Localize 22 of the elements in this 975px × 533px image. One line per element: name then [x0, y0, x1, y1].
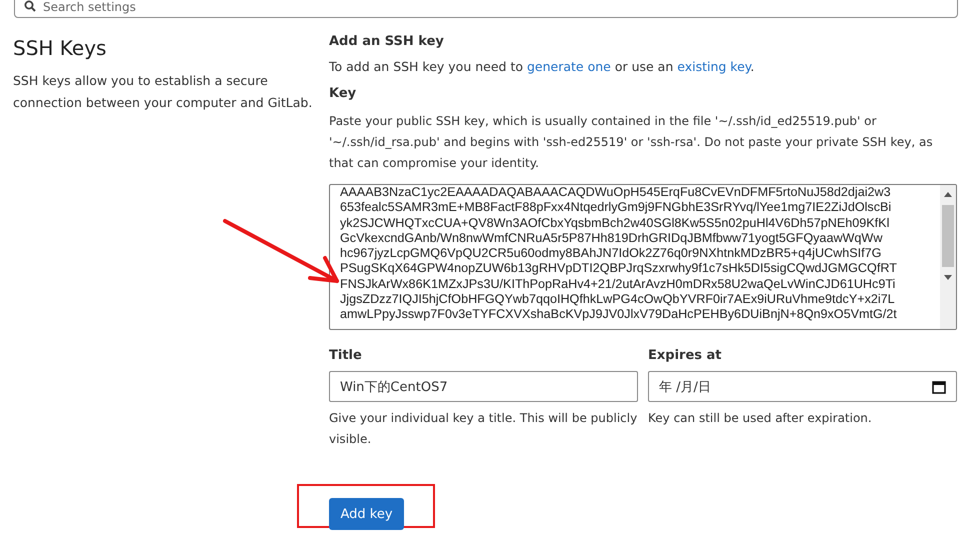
calendar-icon[interactable] — [932, 380, 946, 394]
scroll-up-icon[interactable] — [944, 191, 952, 197]
expires-label: Expires at — [648, 348, 723, 363]
search-icon — [24, 0, 36, 12]
title-label: Title — [329, 348, 363, 363]
expires-help-text: Key can still be used after expiration. — [648, 410, 873, 427]
key-label: Key — [329, 86, 358, 101]
link[interactable]: existing key — [677, 59, 750, 74]
link[interactable]: generate one — [526, 59, 611, 74]
section-title: SSH Keys — [13, 36, 108, 60]
section-description: SSH keys allow you to establish a secure connection between your computer and GitLab. — [13, 72, 313, 112]
search-field[interactable]: Search settings — [14, 0, 958, 18]
key-textarea[interactable]: AAAAB3NzaC1yc2EAAAADAQABAAACAQDWuOpH545ErqFu8CvEVnDFMF5rtoNuJ58d2djai2w3 653fealc5SAMR3mE+MB8FactF88pFxx4NtqedrlyGm9j9FNGbhE3SrRYvq/lYee1mg7IE2ZiJdOlscBi yk2SJCWHQTxcCUA+QV8Wn3AOfCbxYqsbmBch2w40SGl8Kw5S5n02puHl4V6Dh57pNEh09KfKl GcVkexcndGAnb/Wn8nwWmfCNRuA5r5P87Hh819DrhGRIDqJBMfbww71yogt5GFQyaawWqWw hc967jyzLcpGMQ6VpQU2CR5u60odmy8BAhJN7IdOk2Z76q0r9NXhtnkMDzBR5+q4jUCwhSIf7G PSugSKqX64GPW4nopZUW6b13gRHVpDTI2QBPJrqSzxrwhy9f1c7sHk5DI5sigCQwdJGMGCQfRT FNSJkArWx86K1MZxJPs3U/KIThPopRaHv4+21/2utArAvzH0mDRx58U2waQeLvWinCJD61UHc9Ti JjgsZDzz7IQJI5hjCfObHFGQYwb7qqoIHQfhkLwPG4cOwQbYVRF0ir7AEx9iURuVhme9tdcY+x2i7L amwLPpyJsswp7F0v3eTYFCXVXshaBcKVpJ9JV0JlxV79DaHcPEHBy6DUiBnjN+8Qn9xO5VmtG/2t — [329, 184, 957, 330]
date-input[interactable]: 年 /月/日 — [648, 371, 957, 402]
form-heading: Add an SSH key — [329, 34, 445, 49]
title-input[interactable]: Win下的CentOS7 — [329, 371, 638, 402]
intro-text: To add an SSH key you need to generate one or use an existing key. — [329, 59, 756, 74]
scrollbar[interactable] — [940, 185, 956, 329]
scroll-down-icon[interactable] — [944, 275, 952, 281]
key-help-text: Paste your public SSH key, which is usually contained in the file '~/.ssh/id_ed25519.pub' or '~/.ssh/id_rsa.pub' and begins with 'ssh-ed25519' or 'ssh-rsa'. Do not paste your private SSH key, as that can compromise your identity. — [329, 113, 934, 172]
title-help-text: Give your individual key a title. This will be publicly visible. — [329, 410, 638, 448]
add-key-button[interactable]: Add key — [329, 498, 404, 530]
